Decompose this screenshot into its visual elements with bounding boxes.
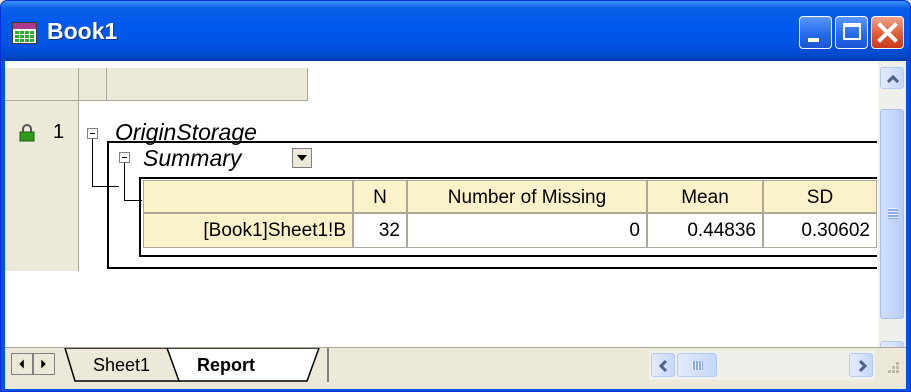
scroll-left-button[interactable] [651, 353, 675, 377]
table-cell-n[interactable]: 32 [353, 213, 407, 248]
table-box-left [139, 177, 141, 257]
grip-icon [692, 361, 703, 370]
tree-connector [92, 139, 93, 186]
collapse-summary-icon[interactable] [119, 152, 130, 163]
tree-connector [92, 186, 119, 187]
tab-splitter[interactable] [327, 348, 329, 382]
title-bar[interactable]: Book1 [1, 1, 910, 61]
workbook-icon [12, 22, 37, 44]
tab-sheet1[interactable]: Sheet1 [93, 355, 150, 376]
table-cell-sd[interactable]: 0.30602 [763, 213, 877, 248]
horizontal-scroll-thumb[interactable] [677, 353, 717, 377]
caret-right-icon [41, 359, 46, 369]
scroll-up-button[interactable] [880, 67, 904, 89]
column-header-b[interactable] [107, 68, 308, 101]
tree-node-summary[interactable]: Summary [143, 145, 241, 172]
maximize-icon [843, 23, 861, 40]
column-header-a[interactable] [79, 68, 107, 101]
table-header-missing: Number of Missing [407, 180, 647, 213]
row-header-column [5, 101, 79, 271]
summary-box-left [107, 141, 109, 269]
close-icon [877, 22, 898, 43]
grip-icon [888, 208, 898, 219]
summary-dropdown-button[interactable] [292, 148, 312, 168]
summary-box-bottom [107, 267, 877, 269]
report-sheet-area: 1 OriginStorage Summary N Number of Miss… [5, 61, 906, 389]
minimize-button[interactable] [799, 16, 832, 49]
table-row-label: [Book1]Sheet1!B [143, 213, 353, 248]
chevron-right-icon [858, 359, 868, 373]
vertical-scroll-thumb[interactable] [880, 109, 904, 319]
lock-icon [19, 124, 35, 142]
resize-grip-icon[interactable] [882, 358, 902, 378]
sheet-tab-bar: Sheet1 Report [5, 347, 906, 383]
tab-scroll-right-button[interactable] [33, 353, 55, 375]
table-header-n: N [353, 180, 407, 213]
tab-scroll-left-button[interactable] [11, 353, 33, 375]
tab-report[interactable]: Report [197, 355, 255, 376]
book-window: Book1 1 OriginStorage Summary N Number o… [0, 0, 911, 392]
vertical-scrollbar[interactable] [878, 61, 906, 377]
table-box-top [139, 177, 877, 179]
table-header-cell [143, 180, 353, 213]
tree-connector [124, 163, 125, 200]
table-header-sd: SD [763, 180, 877, 213]
row-number: 1 [53, 121, 65, 143]
table-header-mean: Mean [647, 180, 763, 213]
collapse-origin-storage-icon[interactable] [87, 128, 98, 139]
window-title: Book1 [47, 18, 118, 44]
maximize-button[interactable] [835, 16, 868, 49]
corner-header[interactable] [5, 68, 79, 101]
horizontal-scrollbar[interactable] [649, 350, 875, 380]
scroll-right-button[interactable] [849, 353, 873, 377]
close-button[interactable] [871, 16, 904, 49]
caret-left-icon [19, 359, 24, 369]
table-cell-missing[interactable]: 0 [407, 213, 647, 248]
table-box-bottom [139, 255, 877, 257]
summary-box-top [107, 141, 877, 143]
chevron-up-icon [886, 74, 900, 84]
chevron-left-icon [658, 359, 668, 373]
table-cell-mean[interactable]: 0.44836 [647, 213, 763, 248]
minimize-icon [808, 38, 819, 42]
